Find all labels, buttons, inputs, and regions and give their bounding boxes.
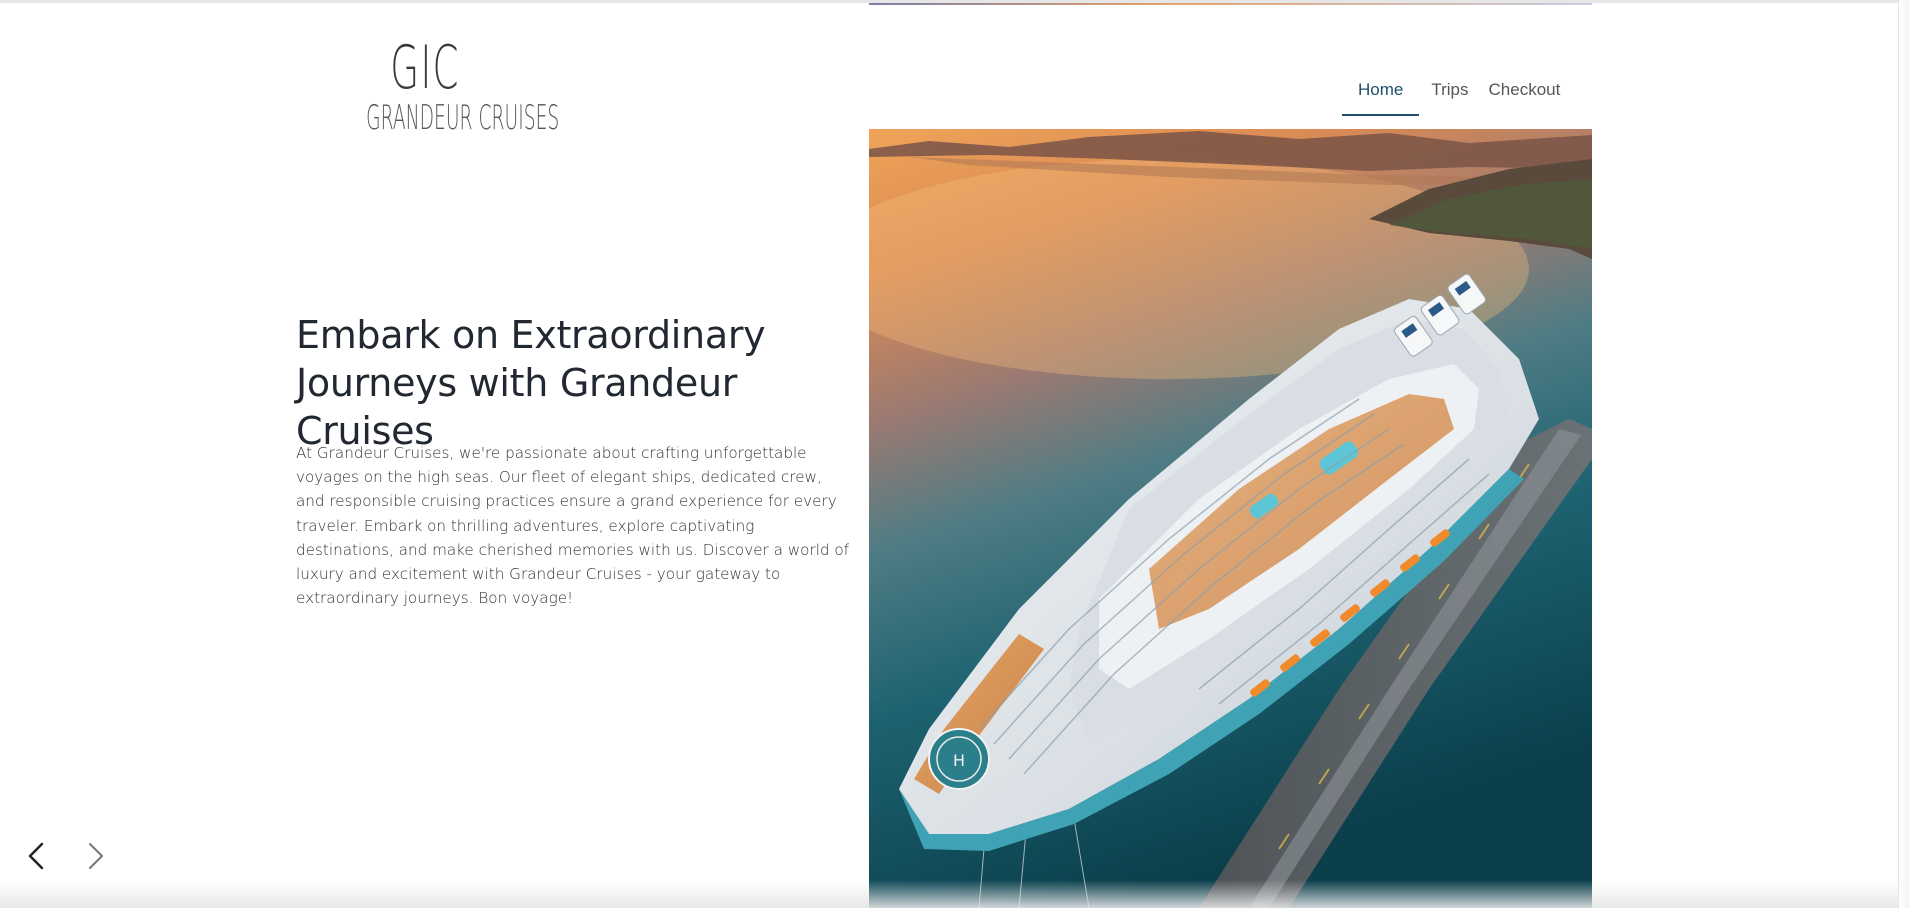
chevron-left-icon <box>28 842 44 870</box>
chevron-right-icon <box>89 843 103 869</box>
carousel-prev-button[interactable] <box>22 840 50 872</box>
bottom-shadow <box>0 880 1898 908</box>
logo-mark: GIC <box>390 33 460 103</box>
hero-description: At Grandeur Cruises, we're passionate ab… <box>296 444 850 608</box>
site-logo[interactable]: GIC GRANDEUR CRUISES <box>318 33 560 138</box>
cruise-ship-image: H <box>869 129 1592 908</box>
hero-title: Embark on Extraordinary Journeys with Gr… <box>296 313 766 453</box>
nav-checkout[interactable]: Checkout <box>1481 70 1569 114</box>
nav-home[interactable]: Home <box>1342 70 1420 116</box>
image-top-strip <box>869 3 1592 5</box>
logo-text: GRANDEUR CRUISES <box>366 98 560 138</box>
carousel-next-button[interactable] <box>82 840 110 872</box>
scrollbar-track[interactable] <box>1898 0 1909 908</box>
main-nav: Home Trips Checkout <box>1340 70 1570 116</box>
nav-trips[interactable]: Trips <box>1423 70 1476 114</box>
helipad-letter: H <box>953 751 965 770</box>
